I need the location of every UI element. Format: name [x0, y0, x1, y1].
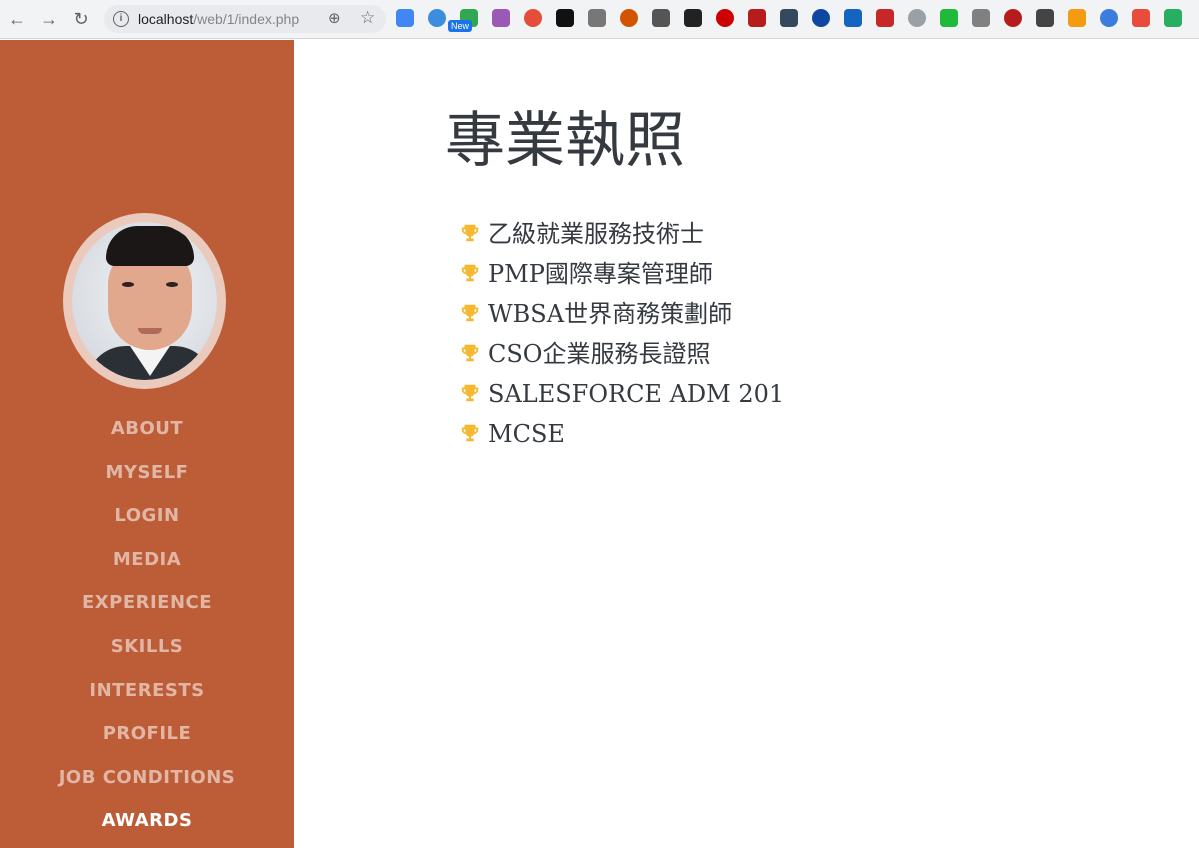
url-host: localhost [138, 11, 194, 27]
back-arrow-icon[interactable]: ← [5, 7, 29, 31]
forward-arrow-icon[interactable]: → [37, 7, 61, 31]
award-item: PMP國際專案管理師 [459, 256, 784, 296]
nav-item-experience[interactable]: EXPERIENCE [0, 583, 294, 627]
extension-icon[interactable] [844, 9, 862, 27]
bookmark-star-icon[interactable]: ☆ [360, 8, 375, 28]
extension-icon[interactable] [1100, 9, 1118, 27]
award-label: PMP國際專案管理師 [488, 260, 713, 288]
award-item: WBSA世界商務策劃師 [459, 296, 784, 336]
nav-item-skills[interactable]: SKILLS [0, 627, 294, 671]
site-info-icon[interactable]: i [113, 11, 129, 27]
trophy-icon [461, 424, 479, 442]
extension-icon[interactable] [908, 9, 926, 27]
award-item: MCSE [459, 416, 784, 456]
award-label: WBSA世界商務策劃師 [488, 300, 733, 328]
page-title: 專業執照 [445, 106, 685, 176]
sidebar: ABOUT MYSELF LOGIN MEDIA EXPERIENCE SKIL… [0, 40, 294, 848]
nav-item-profile[interactable]: PROFILE [0, 714, 294, 758]
award-label: SALESFORCE ADM 201 [488, 380, 785, 408]
award-item: CSO企業服務長證照 [459, 336, 784, 376]
url-text[interactable]: localhost/web/1/index.php [138, 11, 299, 27]
extension-icon[interactable] [652, 9, 670, 27]
extension-icon[interactable] [780, 9, 798, 27]
extension-icon[interactable] [1164, 9, 1182, 27]
extension-icon[interactable] [524, 9, 542, 27]
award-item: 乙級就業服務技術士 [459, 216, 784, 256]
extension-icon[interactable] [396, 9, 414, 27]
extension-icon[interactable] [1068, 9, 1086, 27]
address-bar[interactable]: i localhost/web/1/index.php ⊕ ☆ [104, 5, 386, 33]
extension-icon[interactable] [556, 9, 574, 27]
nav-item-awards[interactable]: AWARDS [0, 801, 294, 845]
extension-icon[interactable] [876, 9, 894, 27]
trophy-icon [461, 264, 479, 282]
nav-item-myself[interactable]: MYSELF [0, 453, 294, 497]
extension-icon[interactable] [716, 9, 734, 27]
extension-icon[interactable] [972, 9, 990, 27]
nav-item-interests[interactable]: INTERESTS [0, 671, 294, 715]
trophy-icon [461, 344, 479, 362]
award-label: CSO企業服務長證照 [488, 340, 711, 368]
nav-item-login[interactable]: LOGIN [0, 496, 294, 540]
new-badge: New [448, 20, 473, 32]
extension-icon[interactable] [620, 9, 638, 27]
trophy-icon [461, 304, 479, 322]
nav-item-about[interactable]: ABOUT [0, 409, 294, 453]
url-path: /web/1/index.php [193, 11, 300, 27]
extension-icon[interactable] [1036, 9, 1054, 27]
award-item: SALESFORCE ADM 201 [459, 376, 784, 416]
extension-icon[interactable] [492, 9, 510, 27]
trophy-icon [461, 224, 479, 242]
nav-item-job-conditions[interactable]: JOB CONDITIONS [0, 758, 294, 802]
award-label: 乙級就業服務技術士 [488, 220, 704, 248]
extension-icon[interactable] [588, 9, 606, 27]
sidebar-nav: ABOUT MYSELF LOGIN MEDIA EXPERIENCE SKIL… [0, 409, 294, 845]
browser-toolbar: ← → ↻ i localhost/web/1/index.php ⊕ ☆ Ne… [0, 0, 1199, 39]
extension-icon[interactable] [940, 9, 958, 27]
nav-item-media[interactable]: MEDIA [0, 540, 294, 584]
reload-icon[interactable]: ↻ [69, 7, 93, 31]
extension-icon[interactable] [684, 9, 702, 27]
extension-icon[interactable] [428, 9, 446, 27]
avatar [63, 213, 226, 389]
award-label: MCSE [488, 420, 565, 448]
awards-list: 乙級就業服務技術士 PMP國際專案管理師 WBSA世界商務策劃師 CSO企業服務… [459, 216, 784, 456]
zoom-icon[interactable]: ⊕ [328, 9, 341, 27]
main-content: 專業執照 乙級就業服務技術士 PMP國際專案管理師 WBSA世界商務策劃師 CS… [294, 40, 1199, 848]
extension-icon[interactable] [1132, 9, 1150, 27]
trophy-icon [461, 384, 479, 402]
extension-icon[interactable] [1004, 9, 1022, 27]
extension-icon[interactable] [812, 9, 830, 27]
extension-icon[interactable] [748, 9, 766, 27]
